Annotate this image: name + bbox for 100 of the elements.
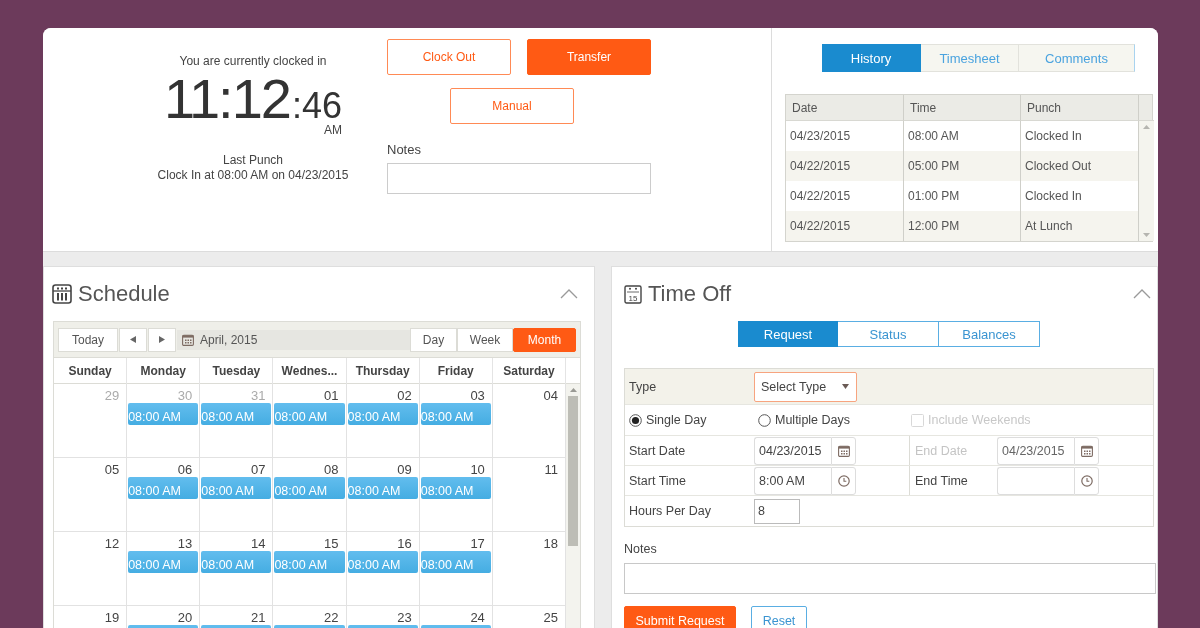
radio-icon[interactable] bbox=[758, 413, 771, 427]
scroll-down-icon[interactable] bbox=[1143, 233, 1150, 237]
calendar-day-icon: 15 bbox=[624, 284, 642, 304]
time-picker-button[interactable] bbox=[1074, 466, 1099, 495]
day-number: 06 bbox=[177, 463, 193, 477]
form-button[interactable]: Reset bbox=[751, 606, 807, 628]
weekday-header: Sunday bbox=[54, 358, 128, 384]
field-label: Hours Per Day bbox=[628, 504, 712, 518]
day-number: 19 bbox=[104, 611, 120, 625]
weekday-header: Tuesday bbox=[200, 358, 274, 384]
day-number: 13 bbox=[177, 537, 193, 551]
day-number: 03 bbox=[470, 389, 485, 403]
notes-field[interactable] bbox=[624, 563, 1156, 594]
time-field[interactable]: 8:00 AM bbox=[754, 466, 831, 495]
clock-time: 11:12 bbox=[164, 71, 290, 127]
punch-button[interactable]: Transfer bbox=[527, 39, 651, 75]
punch-button[interactable]: Clock Out bbox=[387, 39, 511, 75]
time-picker-button[interactable] bbox=[831, 466, 856, 495]
day-number: 14 bbox=[250, 537, 266, 551]
calendar-icon bbox=[837, 444, 850, 457]
day-number: 30 bbox=[177, 389, 193, 403]
view-button[interactable]: Month bbox=[513, 327, 576, 352]
radio-option[interactable]: Multiple Days bbox=[754, 413, 909, 427]
view-button[interactable]: Week bbox=[457, 327, 513, 352]
event-bar[interactable]: 08:00 AM bbox=[201, 477, 272, 499]
hours-field[interactable]: 8 bbox=[754, 498, 800, 524]
event-bar[interactable]: 08:00 AM bbox=[420, 403, 491, 425]
day-number: 04 bbox=[543, 389, 558, 403]
form-button[interactable]: Submit Request bbox=[624, 606, 736, 628]
field-label: Start Time bbox=[628, 473, 687, 488]
event-bar[interactable]: 08:00 AM bbox=[274, 403, 345, 425]
table-cell: 04/23/2015 bbox=[786, 121, 904, 151]
date-field[interactable]: 04/23/2015 bbox=[754, 436, 831, 465]
today-button[interactable]: Today bbox=[58, 327, 118, 352]
event-bar[interactable]: 08:00 AM bbox=[347, 403, 418, 425]
day-number: 11 bbox=[544, 463, 558, 477]
scroll-up-icon[interactable] bbox=[1143, 125, 1150, 129]
table-cell: 04/22/2015 bbox=[786, 211, 904, 241]
clock-status-text: You are currently clocked in bbox=[179, 53, 327, 69]
day-number: 22 bbox=[324, 611, 339, 625]
table-cell: 01:00 PM bbox=[904, 181, 1021, 211]
table-cell: 08:00 AM bbox=[904, 121, 1021, 151]
weekday-header: Thursday bbox=[346, 358, 420, 384]
tab[interactable]: History bbox=[822, 44, 921, 72]
event-bar[interactable]: 08:00 AM bbox=[201, 551, 272, 573]
triangle-right-icon bbox=[159, 336, 165, 343]
notes-field[interactable] bbox=[387, 163, 651, 194]
day-number: 10 bbox=[470, 463, 485, 477]
table-cell: Clocked Out bbox=[1021, 151, 1139, 181]
scrollbar-thumb[interactable] bbox=[568, 396, 578, 546]
time-field[interactable] bbox=[997, 466, 1074, 495]
event-bar[interactable]: 08:00 AM bbox=[420, 477, 491, 499]
scrollbar[interactable] bbox=[1139, 121, 1154, 241]
event-bar[interactable]: 08:00 AM bbox=[274, 477, 345, 499]
table-cell: 04/22/2015 bbox=[786, 181, 904, 211]
table-cell: 05:00 PM bbox=[904, 151, 1021, 181]
weekday-header: Wednes... bbox=[273, 358, 347, 384]
radio-icon[interactable] bbox=[629, 413, 642, 427]
tab[interactable]: Request bbox=[738, 321, 838, 347]
scroll-up-icon[interactable] bbox=[569, 388, 577, 392]
radio-option[interactable]: Single Day bbox=[625, 413, 754, 427]
tab[interactable]: Comments bbox=[1019, 44, 1135, 72]
punch-button[interactable]: Manual bbox=[450, 88, 574, 124]
event-bar[interactable]: 08:00 AM bbox=[347, 551, 418, 573]
table-cell: At Lunch bbox=[1021, 211, 1139, 241]
day-number: 08 bbox=[324, 463, 339, 477]
chevron-up-icon[interactable] bbox=[1133, 289, 1151, 299]
field-label: Type bbox=[628, 379, 658, 394]
day-number: 05 bbox=[104, 463, 120, 477]
event-bar[interactable]: 08:00 AM bbox=[128, 403, 199, 425]
weekday-header: Monday bbox=[127, 358, 201, 384]
panel-title: Schedule bbox=[78, 281, 171, 307]
view-button[interactable]: Day bbox=[410, 327, 457, 352]
event-bar[interactable]: 08:00 AM bbox=[347, 477, 418, 499]
tab[interactable]: Balances bbox=[939, 321, 1040, 347]
day-number: 31 bbox=[250, 389, 266, 403]
table-cell: 04/22/2015 bbox=[786, 151, 904, 181]
tab[interactable]: Status bbox=[838, 321, 939, 347]
date-picker-button[interactable] bbox=[1074, 436, 1099, 465]
next-button[interactable] bbox=[148, 327, 176, 352]
day-number: 02 bbox=[397, 389, 412, 403]
date-picker-button[interactable] bbox=[831, 436, 856, 465]
previous-button[interactable] bbox=[119, 327, 147, 352]
event-bar[interactable]: 08:00 AM bbox=[274, 551, 345, 573]
type-dropdown[interactable]: Select Type bbox=[754, 371, 857, 402]
weekday-header: Friday bbox=[419, 358, 493, 384]
table-cell: Clocked In bbox=[1021, 181, 1139, 211]
event-bar[interactable]: 08:00 AM bbox=[420, 551, 491, 573]
clock-meridiem: AM bbox=[324, 123, 342, 137]
notes-label: Notes bbox=[624, 541, 658, 557]
event-bar[interactable]: 08:00 AM bbox=[128, 551, 199, 573]
chevron-up-icon[interactable] bbox=[560, 289, 578, 299]
event-bar[interactable]: 08:00 AM bbox=[201, 403, 272, 425]
day-number: 21 bbox=[250, 611, 266, 625]
clock-seconds: :46 bbox=[291, 86, 342, 126]
tab[interactable]: Timesheet bbox=[921, 44, 1019, 72]
scrollbar[interactable] bbox=[566, 384, 580, 628]
calendar-icon bbox=[1080, 444, 1093, 457]
event-bar[interactable]: 08:00 AM bbox=[128, 477, 199, 499]
table-cell: 12:00 PM bbox=[904, 211, 1021, 241]
